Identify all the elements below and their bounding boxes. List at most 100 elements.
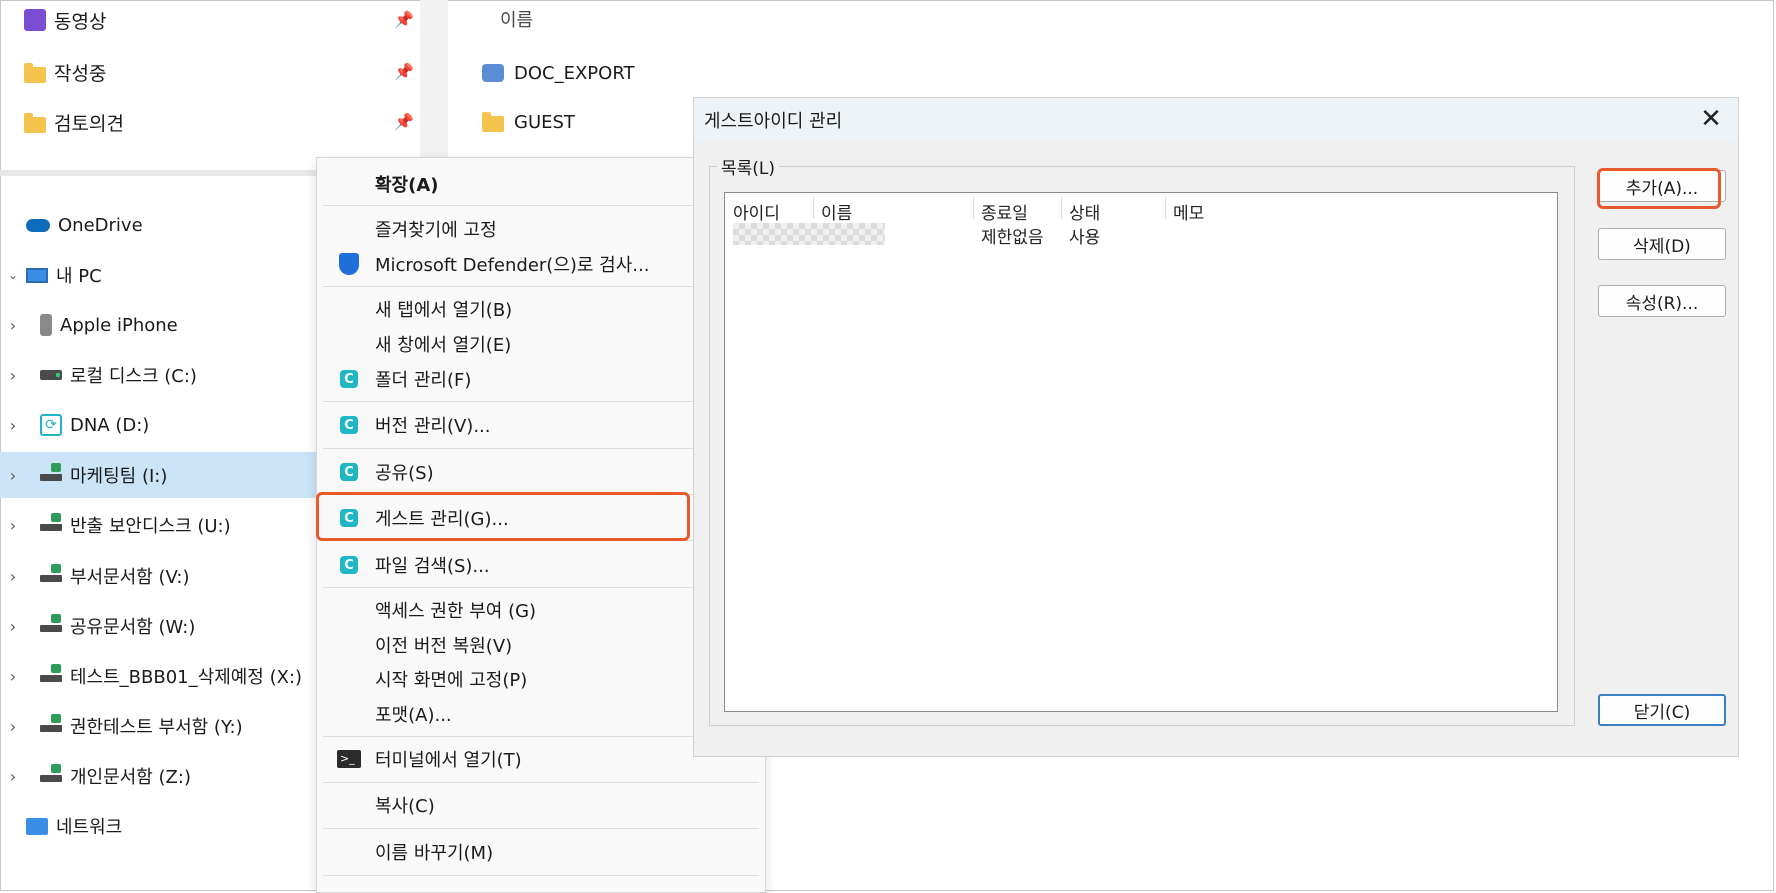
close-icon[interactable]: ✕ bbox=[1694, 102, 1728, 136]
chevron-right-icon[interactable]: › bbox=[0, 767, 26, 786]
row-end-date[interactable]: 제한없음 bbox=[981, 223, 1044, 248]
guest-list[interactable]: 아이디 이름 종료일 상태 메모 제한없음 사용 bbox=[724, 192, 1558, 712]
quick-access-videos[interactable]: 동영상 📌 bbox=[24, 5, 414, 35]
file-item-doc-export[interactable]: DOC_EXPORT bbox=[482, 58, 635, 88]
quick-access-label: 동영상 bbox=[54, 10, 107, 33]
nav-drive-z[interactable]: › 개인문서함 (Z:) bbox=[0, 753, 316, 799]
pin-icon: 📌 bbox=[394, 10, 414, 29]
chevron-right-icon[interactable]: › bbox=[0, 617, 26, 636]
menu-item-rename[interactable]: 이름 바꾸기(M) bbox=[329, 835, 755, 869]
chevron-right-icon[interactable]: › bbox=[0, 667, 26, 686]
nav-label: 내 PC bbox=[56, 266, 102, 287]
menu-item-format[interactable]: 포맷(A)... bbox=[329, 697, 755, 731]
menu-item-label: 이름 바꾸기(M) bbox=[375, 843, 494, 864]
menu-item-open-new-tab[interactable]: 새 탭에서 열기(B) bbox=[329, 292, 755, 326]
menu-item-label: 터미널에서 열기(T) bbox=[375, 750, 522, 771]
nav-label: 공유문서함 (W:) bbox=[70, 617, 196, 638]
row-status[interactable]: 사용 bbox=[1069, 223, 1100, 248]
nav-drive-c[interactable]: › 로컬 디스크 (C:) bbox=[0, 352, 316, 398]
chevron-right-icon[interactable]: › bbox=[0, 466, 26, 485]
network-drive-icon bbox=[40, 513, 62, 531]
menu-item-label: 새 탭에서 열기(B) bbox=[375, 300, 513, 321]
chevron-right-icon[interactable]: › bbox=[0, 717, 26, 736]
nav-label: 개인문서함 (Z:) bbox=[70, 767, 191, 788]
column-header-end-date[interactable]: 종료일 bbox=[981, 199, 1028, 224]
nav-network[interactable]: 네트워크 bbox=[0, 803, 316, 849]
nav-label: Apple iPhone bbox=[60, 314, 178, 336]
nav-onedrive[interactable]: OneDrive bbox=[0, 202, 316, 248]
column-header-id[interactable]: 아이디 bbox=[733, 199, 780, 224]
folder-icon bbox=[24, 61, 46, 83]
nav-drive-v[interactable]: › 부서문서함 (V:) bbox=[0, 553, 316, 599]
column-header-status[interactable]: 상태 bbox=[1069, 199, 1100, 224]
local-disk-icon bbox=[40, 370, 62, 380]
quick-access-drafts[interactable]: 작성중 📌 bbox=[24, 57, 414, 87]
quick-access-label: 작성중 bbox=[54, 62, 107, 85]
network-drive-icon bbox=[40, 764, 62, 782]
menu-item-label: 버전 관리(V)... bbox=[375, 416, 491, 437]
menu-item-share[interactable]: C 공유(S) bbox=[329, 455, 755, 489]
nav-drive-d[interactable]: › ⟳ DNA (D:) bbox=[0, 402, 316, 448]
folder-icon bbox=[482, 112, 504, 132]
nav-drive-u[interactable]: › 반출 보안디스크 (U:) bbox=[0, 502, 316, 548]
guest-id-dialog: 게스트아이디 관리 ✕ 목록(L) 아이디 이름 종료일 상태 메모 제한없음 … bbox=[693, 97, 1739, 757]
nav-label: 부서문서함 (V:) bbox=[70, 567, 190, 588]
shared-folder-icon bbox=[482, 64, 504, 82]
menu-item-copy[interactable]: 복사(C) bbox=[329, 788, 755, 822]
dialog-title-bar: 게스트아이디 관리 bbox=[694, 98, 1738, 142]
pin-icon: 📌 bbox=[394, 62, 414, 81]
chevron-right-icon[interactable]: › bbox=[0, 316, 26, 335]
menu-item-label: 폴더 관리(F) bbox=[375, 370, 472, 391]
menu-item-restore-previous[interactable]: 이전 버전 복원(V) bbox=[329, 628, 755, 662]
column-header-name[interactable]: 이름 bbox=[500, 6, 533, 32]
shield-icon bbox=[329, 253, 369, 275]
pane-splitter[interactable] bbox=[420, 0, 448, 170]
menu-item-folder-manage[interactable]: C 폴더 관리(F) bbox=[329, 362, 755, 396]
menu-item-pin-favorites[interactable]: 즐겨찾기에 고정 bbox=[329, 212, 755, 246]
app-icon: C bbox=[329, 463, 369, 481]
pin-icon: 📌 bbox=[394, 112, 414, 131]
nav-drive-i[interactable]: › 마케팅팀 (I:) bbox=[0, 452, 316, 498]
redacted-id-name bbox=[733, 223, 885, 245]
terminal-icon: >_ bbox=[329, 750, 369, 768]
chevron-right-icon[interactable]: › bbox=[0, 416, 26, 435]
nav-drive-w[interactable]: › 공유문서함 (W:) bbox=[0, 603, 316, 649]
menu-item-version-manage[interactable]: C 버전 관리(V)... bbox=[329, 408, 755, 442]
chevron-right-icon[interactable]: › bbox=[0, 567, 26, 586]
properties-button[interactable]: 속성(R)... bbox=[1598, 285, 1726, 317]
menu-item-label: 복사(C) bbox=[375, 796, 435, 817]
chevron-right-icon[interactable]: › bbox=[0, 366, 26, 385]
menu-item-label: 시작 화면에 고정(P) bbox=[375, 670, 528, 691]
network-drive-icon bbox=[40, 664, 62, 682]
menu-item-defender-scan[interactable]: Microsoft Defender(으)로 검사... bbox=[329, 247, 755, 281]
nav-drive-y[interactable]: › 권한테스트 부서함 (Y:) bbox=[0, 703, 316, 749]
menu-item-file-search[interactable]: C 파일 검색(S)... bbox=[329, 548, 755, 582]
menu-item-grant-access[interactable]: 액세스 권한 부여 (G) bbox=[329, 593, 755, 627]
chevron-right-icon[interactable]: › bbox=[0, 516, 26, 535]
nav-drive-iphone[interactable]: › Apple iPhone bbox=[0, 302, 316, 348]
chevron-down-icon[interactable]: ⌄ bbox=[0, 268, 26, 282]
nav-this-pc[interactable]: ⌄ 내 PC bbox=[0, 252, 316, 298]
menu-item-open-new-window[interactable]: 새 창에서 열기(E) bbox=[329, 327, 755, 361]
menu-item-pin-start[interactable]: 시작 화면에 고정(P) bbox=[329, 662, 755, 696]
close-button[interactable]: 닫기(C) bbox=[1598, 694, 1726, 726]
app-icon: C bbox=[329, 370, 369, 388]
network-drive-icon bbox=[40, 714, 62, 732]
nav-drive-x[interactable]: › 테스트_BBB01_삭제예정 (X:) bbox=[0, 653, 316, 699]
network-drive-icon bbox=[40, 564, 62, 582]
column-header-name[interactable]: 이름 bbox=[821, 199, 852, 224]
file-item-label: DOC_EXPORT bbox=[514, 62, 635, 84]
menu-item-expand[interactable]: 확장(A) bbox=[329, 167, 755, 201]
highlight-guest-manage bbox=[316, 492, 690, 541]
cloud-icon bbox=[26, 218, 50, 232]
file-item-guest[interactable]: GUEST bbox=[482, 107, 575, 137]
nav-label: OneDrive bbox=[58, 214, 143, 236]
quick-access-review[interactable]: 검토의견 📌 bbox=[24, 107, 414, 137]
network-icon bbox=[26, 817, 48, 835]
nav-label: 테스트_BBB01_삭제예정 (X:) bbox=[70, 667, 303, 688]
network-drive-icon bbox=[40, 614, 62, 632]
menu-item-open-terminal[interactable]: >_ 터미널에서 열기(T) bbox=[329, 742, 755, 776]
nav-label: 권한테스트 부서함 (Y:) bbox=[70, 717, 243, 738]
column-header-memo[interactable]: 메모 bbox=[1173, 199, 1204, 224]
delete-button[interactable]: 삭제(D) bbox=[1598, 228, 1726, 260]
